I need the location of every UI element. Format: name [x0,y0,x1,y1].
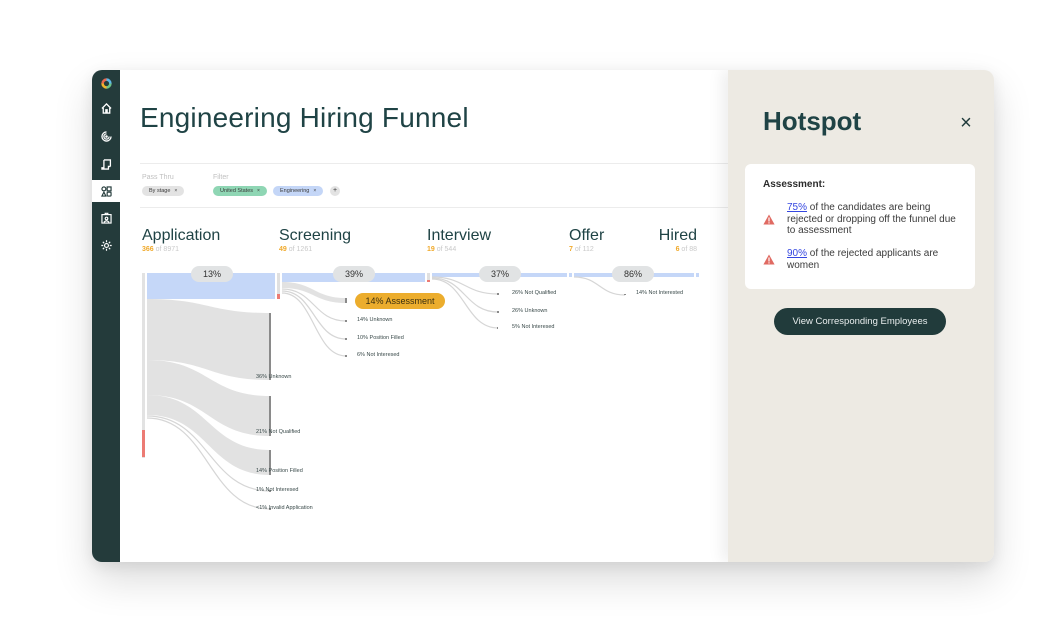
dropoff-label[interactable]: 14% Position Filled [256,468,303,474]
application-flag-segment [142,430,145,457]
dropoff-node [497,293,499,295]
dropoff-label[interactable]: 5% Not Interesed [512,324,555,330]
sidebar [92,70,120,562]
insight-card: Assessment: 75% of the candidates are be… [745,164,975,289]
insight-item: 75% of the candidates are being rejected… [763,202,963,238]
insight-item: 90% of the rejected applicants are women [763,248,963,272]
close-panel-button[interactable]: × [957,112,975,134]
dropoff-label[interactable]: 14% Unknown [357,317,392,323]
dropoff-label[interactable]: 14% Not Interested [636,290,683,296]
id-card-icon [100,212,112,224]
app-window: Engineering Hiring Funnel Pass Thru By s… [92,70,994,562]
dropoff-node [345,298,347,303]
radar-icon [100,130,112,142]
sidebar-item-analytics[interactable] [92,125,120,147]
dropoff-node [624,294,626,295]
dropoff-label[interactable]: 26% Not Qualified [512,290,556,296]
dropoff-label[interactable]: 26% Unknown [512,308,547,314]
pass-rate-pill: 37% [479,266,521,282]
insight-text: of the candidates are being rejected or … [787,202,956,236]
home-icon [100,102,112,114]
dropoff-node [497,311,499,313]
hotspot-panel: Hotspot × Assessment: 75% of the candida… [728,70,994,562]
dropoff-node [269,313,271,380]
pass-rate-pill: 13% [191,266,233,282]
sidebar-item-employees[interactable] [92,207,120,229]
main-content: Engineering Hiring Funnel Pass Thru By s… [120,70,740,562]
dropoff-label[interactable]: 36% Unknown [256,374,291,380]
pass-rate-pill: 39% [333,266,375,282]
panel-title: Hotspot [763,106,862,136]
sidebar-item-funnels[interactable] [92,180,120,202]
gear-icon [100,239,112,251]
sidebar-item-home[interactable] [92,97,120,119]
dropoff-label[interactable]: 21% Not Qualified [256,429,300,435]
dropoff-node [497,327,498,329]
warning-icon [763,254,775,265]
dropoff-label[interactable]: 6% Not Interesed [357,352,400,358]
shapes-icon [100,185,112,197]
dropoff-node [345,355,347,357]
insight-percentage-link[interactable]: 90% [787,248,807,259]
screening-flag-segment [277,294,280,299]
insight-text: of the rejected applicants are women [787,248,939,271]
app-logo[interactable] [92,72,120,94]
document-icon [100,158,111,170]
view-employees-button[interactable]: View Corresponding Employees [774,308,946,335]
sidebar-item-settings[interactable] [92,234,120,256]
insight-percentage-link[interactable]: 75% [787,202,807,213]
dropoff-label[interactable]: <1% Invalid Application [256,505,313,511]
hotspot-assessment-pill[interactable]: 14% Assessment [355,293,445,309]
dropoff-node [345,320,347,322]
funnel-sankey [142,273,699,510]
warning-icon [763,214,775,225]
insight-card-title: Assessment: [763,179,826,190]
dropoff-node [345,338,347,340]
dropoff-label[interactable]: 10% Position Filled [357,335,404,341]
offer-column-bar [569,273,572,277]
interview-flag-segment [427,280,430,282]
close-icon: × [960,112,972,134]
sidebar-item-reports[interactable] [92,153,120,175]
dropoff-label[interactable]: 1% Not Interesed [256,487,299,493]
logo-icon [100,77,112,89]
hired-column-bar [696,273,699,277]
pass-rate-pill: 86% [612,266,654,282]
